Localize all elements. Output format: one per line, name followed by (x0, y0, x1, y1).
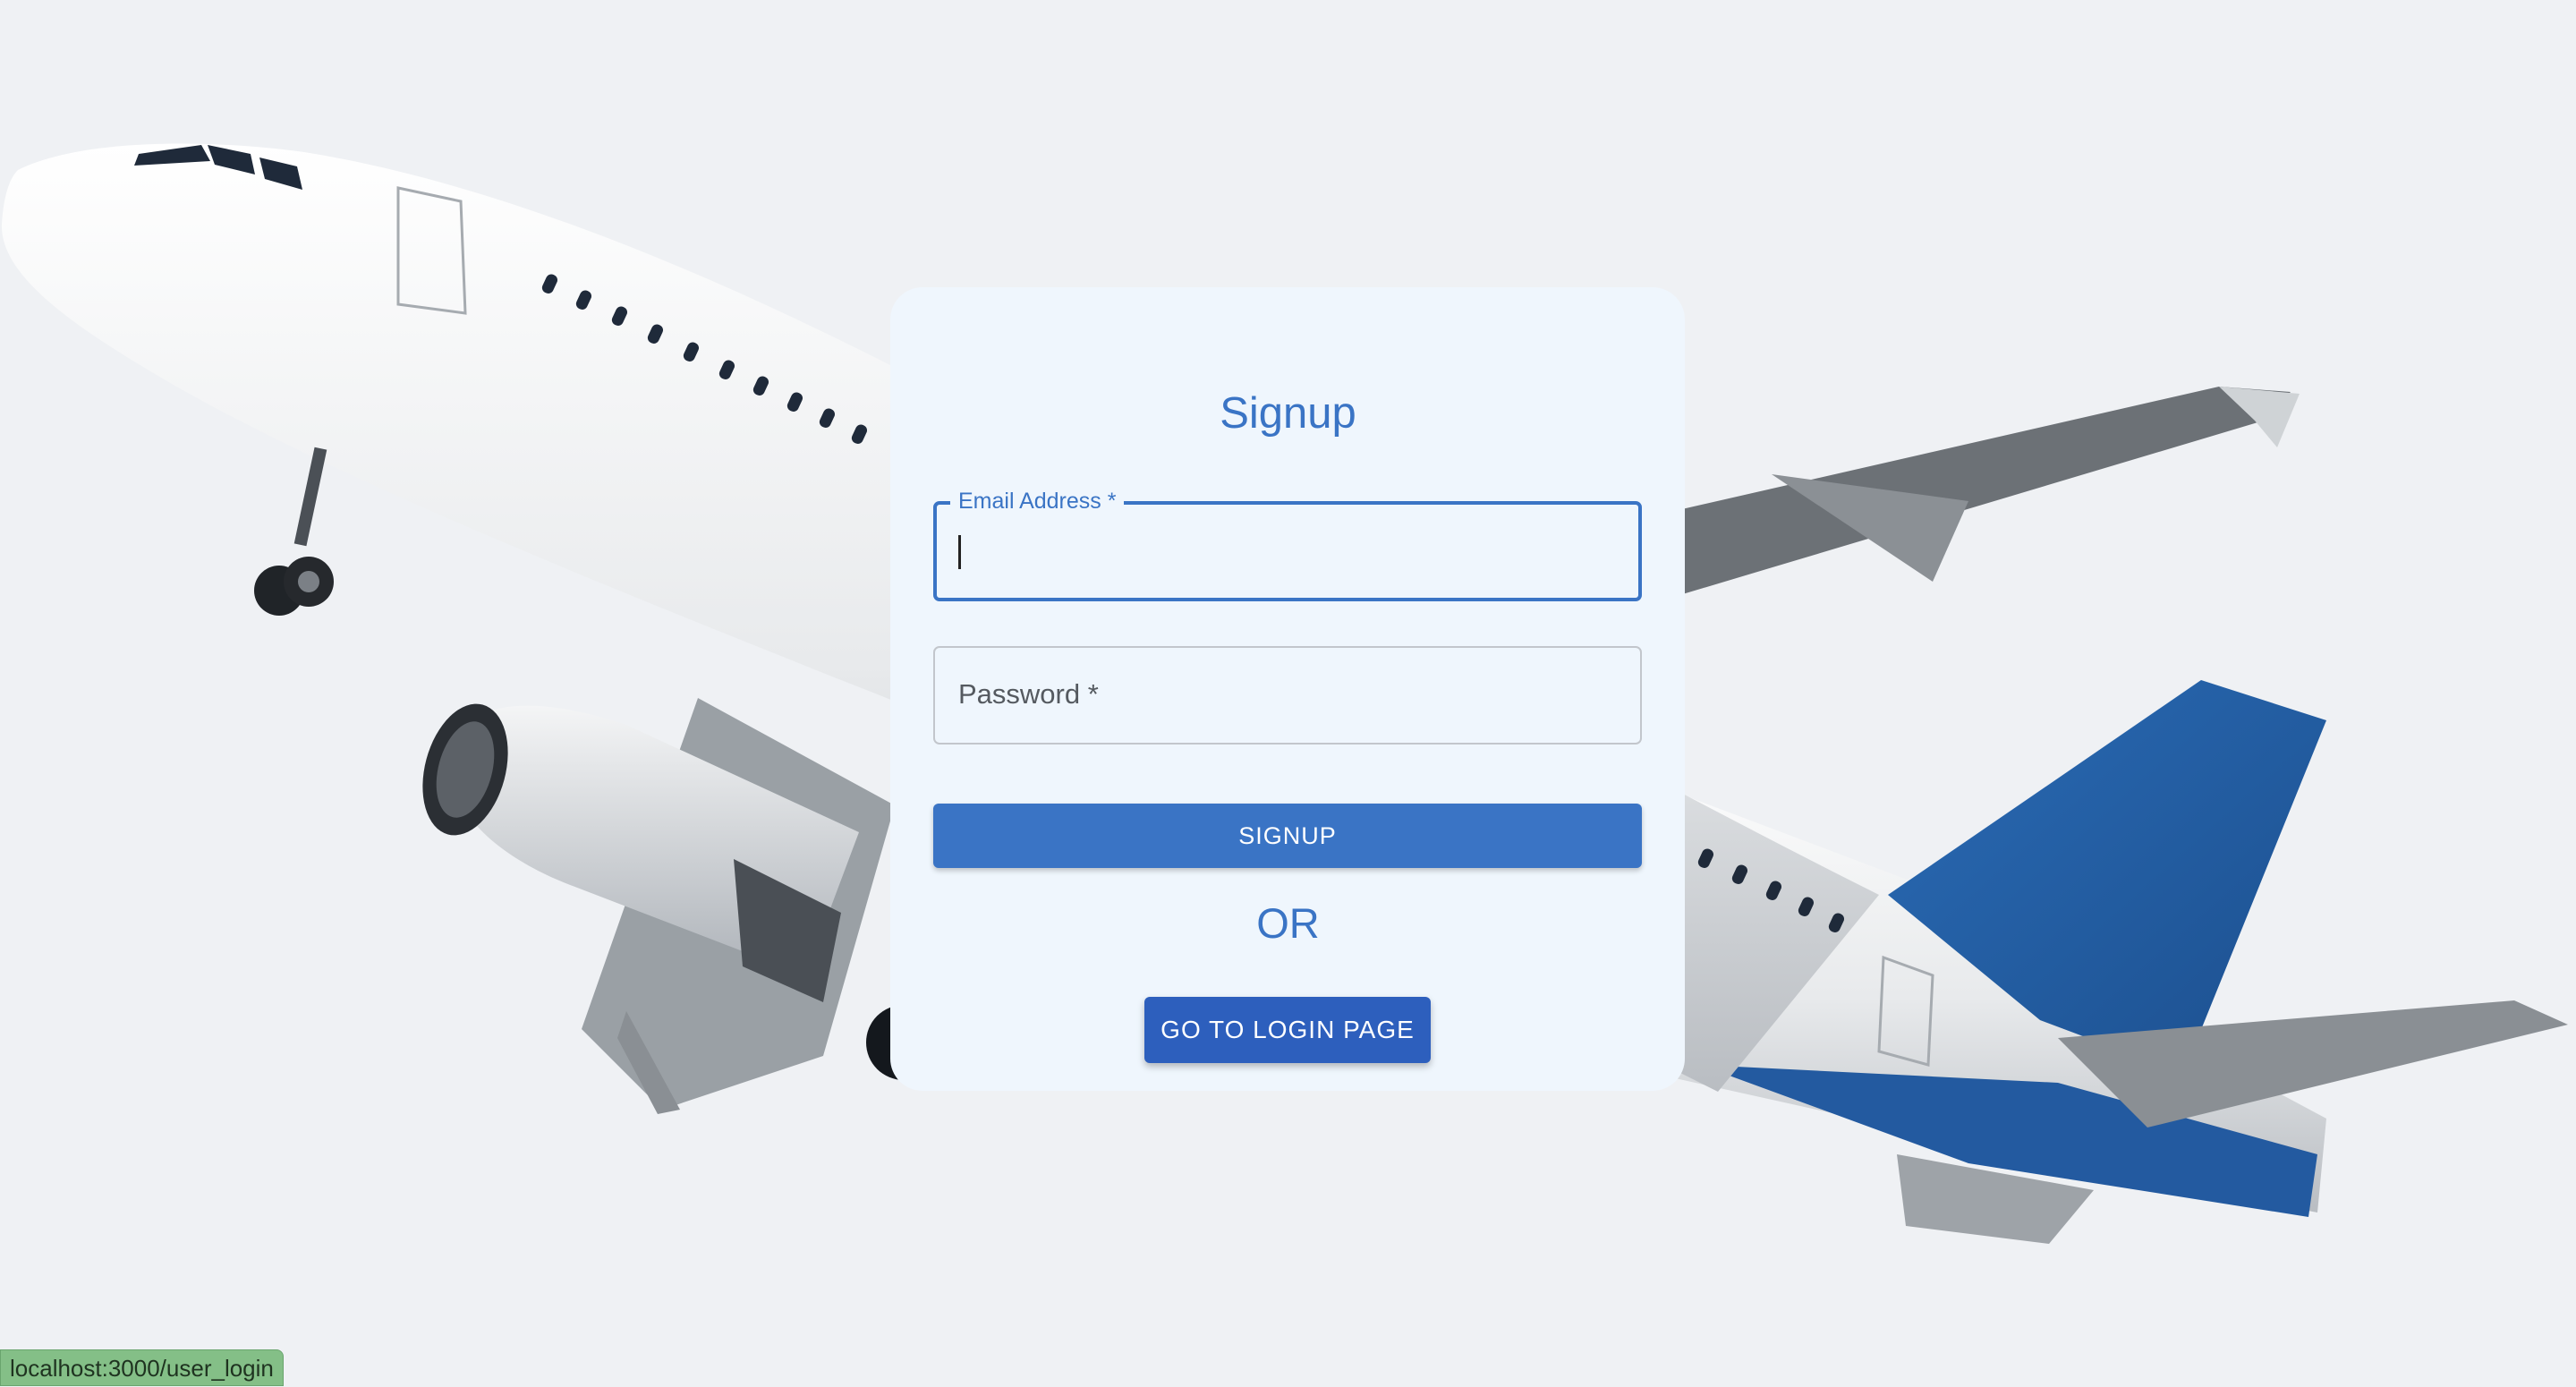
status-bar-url: localhost:3000/user_login (0, 1349, 284, 1386)
signup-title: Signup (1220, 389, 1356, 438)
password-label: Password * (958, 678, 1099, 710)
or-divider-text: OR (1256, 899, 1320, 947)
go-to-login-button[interactable]: GO TO LOGIN PAGE (1144, 997, 1431, 1063)
email-field[interactable] (933, 501, 1642, 601)
text-cursor (958, 535, 961, 569)
signup-button[interactable]: SIGNUP (933, 804, 1642, 868)
email-label: Email Address * (950, 488, 1125, 515)
